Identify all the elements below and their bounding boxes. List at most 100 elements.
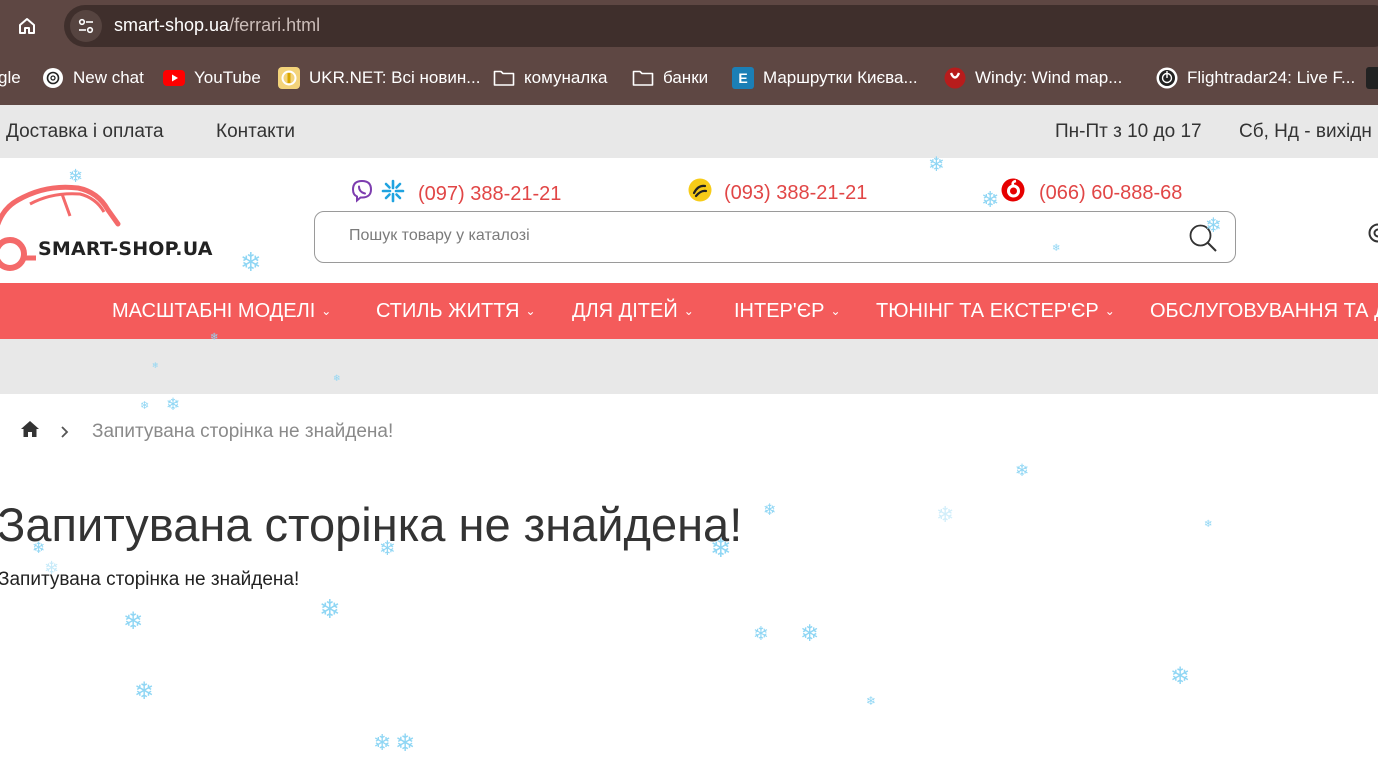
search-button[interactable] bbox=[1187, 222, 1219, 254]
ukrnet-icon bbox=[278, 67, 300, 89]
snowflake-icon: ❄ bbox=[373, 731, 392, 756]
logo-text: SMART-SHOP.UA bbox=[38, 238, 213, 260]
site-logo[interactable]: SMART-SHOP.UA bbox=[0, 172, 213, 272]
nav-item-label: СТИЛЬ ЖИТТЯ bbox=[376, 300, 520, 322]
search-bar bbox=[314, 211, 1236, 263]
search-icon bbox=[1189, 224, 1217, 252]
phone-vodafone[interactable]: (066) 60-888-68 bbox=[1001, 178, 1182, 208]
bookmark-ukrnet[interactable]: UKR.NET: Всі новин... bbox=[278, 66, 480, 90]
snowflake-icon: ❄ bbox=[140, 399, 150, 412]
snowflake-icon: ❄ bbox=[1015, 461, 1030, 481]
bookmark-youtube[interactable]: YouTube bbox=[163, 66, 261, 90]
vodafone-icon bbox=[1001, 178, 1025, 208]
bookmark-label: банки bbox=[663, 68, 709, 87]
snowflake-icon: ❄ bbox=[1170, 662, 1191, 690]
working-hours-weekend: Сб, Нд - вихідн bbox=[1239, 121, 1372, 142]
bookmark-label: Windy: Wind map... bbox=[975, 68, 1123, 87]
bookmark-windy[interactable]: Windy: Wind map... bbox=[944, 66, 1122, 90]
bookmark-label: gle bbox=[0, 68, 21, 87]
bookmark-new-chat[interactable]: New chat bbox=[42, 66, 144, 90]
nav-item-scale-models[interactable]: МАСШТАБНІ МОДЕЛІ ⌄ bbox=[112, 300, 331, 323]
breadcrumb-current: Запитувана сторінка не знайдена! bbox=[92, 421, 394, 442]
chatgpt-icon bbox=[42, 67, 64, 89]
url-host: smart-shop.ua bbox=[114, 15, 230, 35]
chevron-down-icon: ⌄ bbox=[683, 303, 694, 318]
snowflake-icon: ❄ bbox=[166, 395, 181, 415]
bookmark-label: YouTube bbox=[194, 68, 261, 87]
not-found-message: Запитувана сторінка не знайдена! bbox=[0, 569, 300, 590]
bookmarks-bar: gle New chat YouTube UKR.NET: Всі новин.… bbox=[0, 51, 1378, 105]
snowflake-icon: ❄ bbox=[319, 595, 341, 625]
account-icon[interactable] bbox=[1366, 220, 1378, 246]
delivery-link[interactable]: Доставка і оплата bbox=[6, 121, 164, 143]
bookmark-overflow[interactable] bbox=[1366, 66, 1378, 90]
windy-icon bbox=[944, 67, 966, 89]
snowflake-icon: ❄ bbox=[134, 677, 155, 705]
snowflake-icon: ❄ bbox=[753, 623, 769, 645]
bookmark-label: UKR.NET: Всі новин... bbox=[309, 68, 481, 87]
top-info-bar: Доставка і оплата Контакти Пн-Пт з 10 до… bbox=[0, 105, 1378, 158]
chevron-down-icon: ⌄ bbox=[525, 303, 536, 318]
bookmark-label: Маршрутки Києва... bbox=[763, 68, 918, 87]
nav-item-kids[interactable]: ДЛЯ ДІТЕЙ ⌄ bbox=[572, 300, 694, 323]
nav-item-label: ІНТЕР'ЄР bbox=[734, 300, 825, 322]
lifecell-icon bbox=[688, 178, 712, 208]
snowflake-icon: ❄ bbox=[763, 500, 777, 519]
page: smart-shop.ua/ferrari.html gle New chat … bbox=[0, 0, 1378, 782]
search-input[interactable] bbox=[349, 227, 1169, 245]
bookmark-folder-komunalka[interactable]: комуналка bbox=[493, 66, 608, 90]
chevron-right-icon bbox=[60, 425, 70, 439]
bookmark-label: Flightradar24: Live F... bbox=[1187, 68, 1356, 87]
nav-item-service[interactable]: ОБСЛУГОВУВАННЯ ТА Д bbox=[1150, 300, 1378, 323]
nav-item-tuning[interactable]: ТЮНІНГ ТА ЕКСТЕР'ЄР ⌄ bbox=[876, 300, 1115, 323]
nav-item-lifestyle[interactable]: СТИЛЬ ЖИТТЯ ⌄ bbox=[376, 300, 536, 323]
eway-icon: E bbox=[732, 67, 754, 89]
snowflake-icon: ❄ bbox=[800, 621, 820, 647]
nav-item-label: МАСШТАБНІ МОДЕЛІ bbox=[112, 300, 316, 322]
home-icon bbox=[19, 18, 35, 34]
nav-item-label: ТЮНІНГ ТА ЕКСТЕР'ЄР bbox=[876, 300, 1099, 322]
breadcrumb-home[interactable] bbox=[20, 420, 40, 444]
bookmark-eway[interactable]: E Маршрутки Києва... bbox=[732, 66, 918, 90]
phone-number: (097) 388-21-21 bbox=[418, 182, 562, 205]
svg-text:E: E bbox=[738, 70, 747, 86]
url-path: /ferrari.html bbox=[229, 15, 321, 35]
contacts-link[interactable]: Контакти bbox=[216, 121, 295, 143]
main-nav: МАСШТАБНІ МОДЕЛІ ⌄ СТИЛЬ ЖИТТЯ ⌄ ДЛЯ ДІТЕЙ… bbox=[0, 283, 1378, 339]
site-info-button[interactable] bbox=[70, 10, 102, 42]
bookmark-label: New chat bbox=[73, 68, 144, 87]
chevron-down-icon: ⌄ bbox=[321, 303, 332, 318]
page-title: Запитувана сторінка не знайдена! bbox=[0, 498, 743, 551]
folder-icon bbox=[493, 67, 515, 89]
home-icon bbox=[21, 421, 39, 437]
bookmark-folder-banky[interactable]: банки bbox=[632, 66, 708, 90]
phone-number: (093) 388-21-21 bbox=[724, 181, 868, 204]
flightradar-icon bbox=[1156, 67, 1178, 89]
phone-number: (066) 60-888-68 bbox=[1039, 181, 1183, 204]
browser-address-bar: smart-shop.ua/ferrari.html bbox=[0, 0, 1378, 51]
snowflake-icon: ❄ bbox=[395, 729, 416, 757]
youtube-icon bbox=[163, 67, 185, 89]
nav-item-label: ОБСЛУГОВУВАННЯ ТА Д bbox=[1150, 300, 1378, 322]
tune-icon bbox=[78, 18, 94, 34]
snowflake-icon: ❄ bbox=[936, 503, 955, 528]
site-header: SMART-SHOP.UA (097) 388-21-21 (093) 388-… bbox=[0, 158, 1378, 283]
nav-item-label: ДЛЯ ДІТЕЙ bbox=[572, 300, 678, 322]
nav-item-interior[interactable]: ІНТЕР'ЄР ⌄ bbox=[734, 300, 841, 323]
bookmark-label: комуналка bbox=[524, 68, 608, 87]
folder-icon bbox=[632, 67, 654, 89]
kyivstar-icon bbox=[380, 178, 406, 210]
bookmark-google[interactable]: gle bbox=[0, 66, 21, 90]
chevron-down-icon: ⌄ bbox=[1104, 303, 1115, 318]
snowflake-icon: ❄ bbox=[123, 607, 144, 635]
bookmark-flightradar[interactable]: Flightradar24: Live F... bbox=[1156, 66, 1355, 90]
app-icon bbox=[1366, 67, 1378, 89]
phone-kyivstar[interactable]: (097) 388-21-21 bbox=[350, 178, 561, 210]
snowflake-icon: ❄ bbox=[866, 694, 877, 708]
home-button[interactable] bbox=[10, 9, 44, 43]
phone-lifecell[interactable]: (093) 388-21-21 bbox=[688, 178, 867, 208]
nav-spacer-band bbox=[0, 339, 1378, 394]
viber-icon bbox=[350, 179, 374, 209]
url-text[interactable]: smart-shop.ua/ferrari.html bbox=[114, 15, 320, 36]
breadcrumb: Запитувана сторінка не знайдена! bbox=[20, 420, 393, 444]
